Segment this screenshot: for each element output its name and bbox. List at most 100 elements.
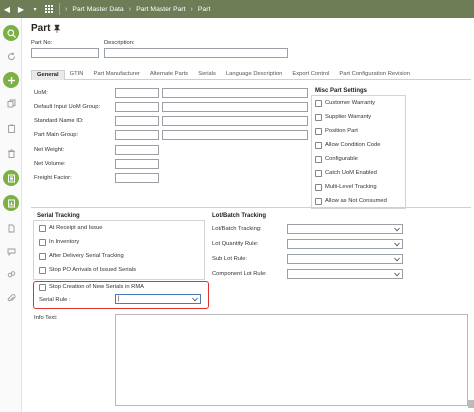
tab-general[interactable]: General <box>31 70 65 80</box>
chevron-right-icon: › <box>65 5 68 13</box>
pin-icon[interactable] <box>53 24 61 33</box>
page-title: Part <box>31 23 51 34</box>
allow-condition-code-label: Allow Condition Code <box>325 142 381 148</box>
section-divider <box>31 207 471 208</box>
lot-batch-tracking-title: Lot/Batch Tracking <box>212 213 267 219</box>
chevron-down-icon <box>192 297 198 302</box>
lot-quantity-rule-label: Lot Quantity Rule: <box>212 241 259 247</box>
serial-rule-value: | <box>118 296 120 302</box>
tab-part-configuration-revision[interactable]: Part Configuration Revision <box>334 70 415 80</box>
stop-po-arrivals-checkbox[interactable] <box>39 267 46 274</box>
multi-level-tracking-checkbox[interactable] <box>315 184 322 191</box>
freight-factor-input[interactable] <box>115 173 159 183</box>
breadcrumb-master-part[interactable]: Part Master Part <box>136 6 185 13</box>
misc-part-settings-title: Misc Part Settings <box>315 88 368 94</box>
customer-warranty-label: Customer Warranty <box>325 100 376 106</box>
serial-tracking-title: Serial Tracking <box>37 213 80 219</box>
default-input-uom-group-input[interactable] <box>115 102 159 112</box>
info-text-area[interactable] <box>115 314 468 406</box>
allow-as-not-consumed-checkbox[interactable] <box>315 198 322 205</box>
after-delivery-serial-tracking-label: After Delivery Serial Tracking <box>49 253 124 259</box>
serial-rule-label: Serial Rule : <box>39 297 71 303</box>
scrollbar-thumb[interactable] <box>468 400 474 408</box>
sub-lot-rule-label: Sub Lot Rule: <box>212 256 248 262</box>
info-text-label: Info Text: <box>34 315 58 321</box>
customer-warranty-checkbox[interactable] <box>315 100 322 107</box>
back-icon[interactable]: ◀ <box>0 0 14 18</box>
tab-serials[interactable]: Serials <box>193 70 221 80</box>
net-weight-input[interactable] <box>115 145 159 155</box>
part-main-group-input[interactable] <box>115 130 159 140</box>
allow-condition-code-checkbox[interactable] <box>315 142 322 149</box>
part-no-input[interactable] <box>31 48 99 58</box>
chevron-down-icon <box>394 272 400 277</box>
breadcrumb-part-master-data[interactable]: Part Master Data <box>72 6 123 13</box>
chevron-right-icon: › <box>128 5 132 13</box>
standard-name-description-field <box>162 116 308 126</box>
component-lot-rule-select[interactable] <box>287 269 403 279</box>
chat-icon[interactable] <box>3 243 19 259</box>
refresh-icon[interactable] <box>3 48 19 64</box>
sub-lot-rule-select[interactable] <box>287 254 403 264</box>
stop-creation-of-new-serials-in-rma-checkbox[interactable] <box>39 284 46 291</box>
standard-name-id-input[interactable] <box>115 116 159 126</box>
misc-part-settings-group <box>311 95 406 209</box>
catch-uom-enabled-label: Catch UoM Enabled <box>325 170 377 176</box>
app-grid-icon[interactable] <box>42 0 56 18</box>
duplicate-icon[interactable] <box>3 95 19 111</box>
supplier-warranty-checkbox[interactable] <box>315 114 322 121</box>
breadcrumb-part[interactable]: Part <box>198 6 210 13</box>
lot-batch-tracking-label: Lot/Batch Tracking: <box>212 226 262 232</box>
description-input[interactable] <box>104 48 288 58</box>
net-volume-input[interactable] <box>115 159 159 169</box>
part-no-label: Part No: <box>31 40 53 46</box>
freight-factor-label: Freight Factor: <box>34 175 72 181</box>
position-part-checkbox[interactable] <box>315 128 322 135</box>
component-lot-rule-label: Component Lot Rule: <box>212 271 267 277</box>
delete-icon[interactable] <box>3 145 19 161</box>
in-inventory-label: In Inventory <box>49 239 80 245</box>
configurable-checkbox[interactable] <box>315 156 322 163</box>
details-list-icon[interactable] <box>3 170 19 186</box>
stop-po-arrivals-label: Stop PO Arrivals of Issued Serials <box>49 267 136 273</box>
net-volume-label: Net Volume: <box>34 161 66 167</box>
chevron-down-icon <box>394 227 400 232</box>
position-part-label: Position Part <box>325 128 358 134</box>
chevron-down-icon <box>394 257 400 262</box>
default-input-uom-group-label: Default Input UoM Group: <box>34 104 101 110</box>
uom-input[interactable] <box>115 88 159 98</box>
catch-uom-enabled-checkbox[interactable] <box>315 170 322 177</box>
clipboard-icon[interactable] <box>3 120 19 136</box>
in-inventory-checkbox[interactable] <box>39 239 46 246</box>
search-icon[interactable] <box>3 25 19 41</box>
tab-gtin[interactable]: GTIN <box>65 70 89 80</box>
serial-rule-select[interactable]: | <box>115 294 201 304</box>
report-chart-icon[interactable] <box>3 195 19 211</box>
at-receipt-and-issue-checkbox[interactable] <box>39 225 46 232</box>
at-receipt-and-issue-label: At Receipt and Issue <box>49 225 103 231</box>
tab-alternate-parts[interactable]: Alternate Parts <box>145 70 193 80</box>
add-icon[interactable] <box>3 72 19 88</box>
tab-export-control[interactable]: Export Control <box>287 70 334 80</box>
stop-creation-of-new-serials-in-rma-label: Stop Creation of New Serials in RMA <box>49 284 145 290</box>
uom-description-field <box>162 88 308 98</box>
document-icon[interactable] <box>3 220 19 236</box>
attachment-icon[interactable] <box>3 290 19 306</box>
lot-batch-tracking-select[interactable] <box>287 224 403 234</box>
lot-quantity-rule-select[interactable] <box>287 239 403 249</box>
left-toolbar <box>0 18 22 412</box>
forward-icon[interactable]: ▶ <box>14 0 28 18</box>
part-main-group-label: Part Main Group: <box>34 132 79 138</box>
dropdown-icon[interactable]: ▾ <box>28 0 42 18</box>
configurable-label: Configurable <box>325 156 358 162</box>
top-navigation-bar: ◀ ▶ ▾ › Part Master Data › Part Master P… <box>0 0 474 18</box>
link-icon[interactable] <box>3 266 19 282</box>
description-label: Description: <box>104 40 135 46</box>
after-delivery-serial-tracking-checkbox[interactable] <box>39 253 46 260</box>
tab-part-manufacturer[interactable]: Part Manufacturer <box>88 70 144 80</box>
uom-label: UoM: <box>34 90 48 96</box>
default-input-uom-group-description-field <box>162 102 308 112</box>
tab-language-description[interactable]: Language Description <box>221 70 287 80</box>
standard-name-id-label: Standard Name ID: <box>34 118 84 124</box>
supplier-warranty-label: Supplier Warranty <box>325 114 372 120</box>
